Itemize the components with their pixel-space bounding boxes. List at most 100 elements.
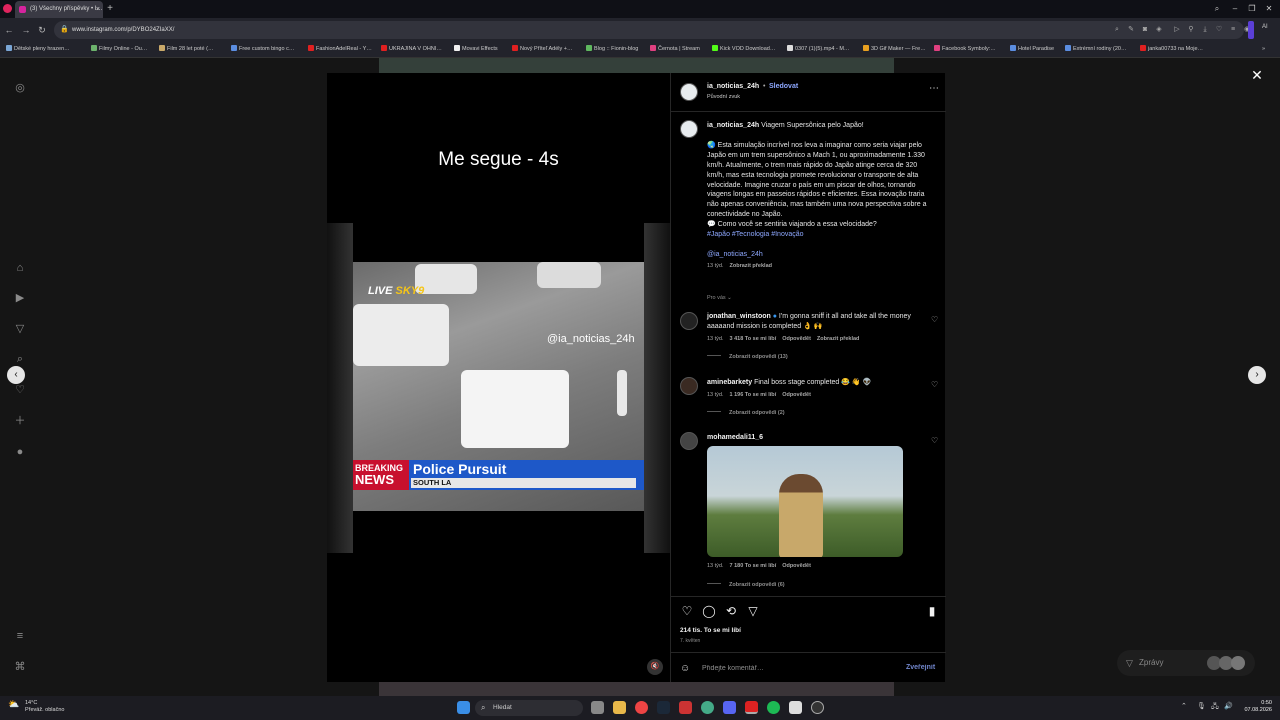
app-icon[interactable] bbox=[811, 701, 824, 714]
comment-like-icon[interactable]: ♡ bbox=[931, 380, 938, 389]
bookmark-item[interactable]: 3D Gif Maker — Fre… bbox=[863, 42, 926, 57]
reload-icon[interactable]: ↻ bbox=[36, 24, 48, 36]
bookmark-item[interactable]: Facebook Symboly:… bbox=[934, 42, 996, 57]
favorite-icon[interactable]: ♡ bbox=[1214, 25, 1224, 35]
spotify-icon[interactable] bbox=[767, 701, 780, 714]
camera-icon[interactable]: ◙ bbox=[1140, 25, 1150, 35]
close-modal-icon[interactable]: ✕ bbox=[1250, 68, 1264, 82]
file-explorer-icon[interactable] bbox=[613, 701, 626, 714]
audio-label[interactable]: Původní zvuk bbox=[707, 94, 740, 100]
caption-author-avatar[interactable] bbox=[680, 120, 698, 138]
for-you-filter[interactable]: Pro vás ⌄ bbox=[707, 295, 732, 301]
mute-icon[interactable]: 🔇 bbox=[647, 659, 663, 675]
download-icon[interactable]: ⤓ bbox=[1200, 25, 1210, 35]
view-replies-link[interactable]: Zobrazit odpovědi (6) bbox=[707, 582, 785, 588]
publish-button[interactable]: Zveřejnit bbox=[906, 664, 935, 671]
browser-tab-active[interactable]: (3) Všechny příspěvky • I… × bbox=[15, 1, 103, 18]
app-icon[interactable] bbox=[789, 701, 802, 714]
new-tab-icon[interactable]: + bbox=[104, 3, 116, 15]
more-menu-icon[interactable]: ≡ bbox=[13, 629, 27, 643]
sidebar-toggle-icon[interactable] bbox=[1248, 21, 1254, 39]
comment-like-icon[interactable]: ♡ bbox=[931, 315, 938, 324]
start-icon[interactable] bbox=[457, 701, 470, 714]
save-icon[interactable]: ▮ bbox=[925, 604, 939, 618]
more-options-icon[interactable]: ⋯ bbox=[929, 83, 939, 94]
share-icon[interactable]: ▽ bbox=[746, 604, 760, 618]
caption-hashtags[interactable]: #Japão #Tecnologia #Inovação bbox=[707, 230, 933, 240]
comment-translate-link[interactable]: Zobrazit překlad bbox=[817, 336, 859, 342]
author-username[interactable]: ia_noticias_24h bbox=[707, 83, 759, 90]
direct-messages-icon[interactable]: ▽ bbox=[13, 322, 27, 336]
view-replies-link[interactable]: Zobrazit odpovědi (13) bbox=[707, 354, 921, 360]
bookmark-item[interactable]: Nový Příteľ Adély +… bbox=[512, 42, 573, 57]
minimize-icon[interactable]: – bbox=[1228, 3, 1242, 15]
maximize-icon[interactable]: ❐ bbox=[1245, 3, 1259, 15]
app-icon[interactable] bbox=[679, 701, 692, 714]
bookmark-item[interactable]: Extrémní rodiny (20… bbox=[1065, 42, 1127, 57]
comment-avatar[interactable] bbox=[680, 377, 698, 395]
emoji-icon[interactable]: ☺ bbox=[680, 662, 693, 675]
view-replies-link[interactable]: Zobrazit odpovědi (2) bbox=[707, 410, 921, 416]
reels-icon[interactable]: ▶ bbox=[13, 291, 27, 305]
comment-avatar[interactable] bbox=[680, 312, 698, 330]
bookmark-item[interactable]: Hotel Paradise bbox=[1010, 42, 1054, 57]
chrome-icon[interactable] bbox=[701, 701, 714, 714]
zoom-icon[interactable]: ⌕ bbox=[1112, 25, 1122, 35]
follow-button[interactable]: Sledovat bbox=[769, 83, 798, 90]
bookmark-item[interactable]: Blog :: Fionin-blog bbox=[586, 42, 638, 57]
back-icon[interactable]: ← bbox=[3, 24, 15, 36]
comment-reply-link[interactable]: Odpovědět bbox=[782, 563, 811, 569]
bookmark-item[interactable]: FashionAdelReal - Y… bbox=[308, 42, 372, 57]
bookmark-icon[interactable]: ⚲ bbox=[1186, 25, 1196, 35]
messages-button[interactable]: ▽ Zprávy bbox=[1117, 650, 1255, 676]
microphone-icon[interactable]: 🎙 bbox=[1197, 702, 1206, 710]
play-icon[interactable]: ▷ bbox=[1172, 25, 1182, 35]
comment-reply-link[interactable]: Odpovědět bbox=[782, 336, 811, 342]
taskbar-search[interactable]: ⌕ Hledat bbox=[475, 700, 583, 716]
cube-icon[interactable]: ◈ bbox=[1154, 25, 1164, 35]
weather-widget[interactable]: ⛅ 14°C Převáž. oblačno bbox=[8, 700, 64, 714]
meta-apps-icon[interactable]: ⌘ bbox=[13, 660, 27, 674]
browser-logo-icon[interactable] bbox=[3, 4, 12, 13]
bookmark-item[interactable]: 0307 (1)(5).mp4 - M… bbox=[787, 42, 849, 57]
home-icon[interactable]: ⌂ bbox=[13, 261, 27, 275]
volume-icon[interactable]: 🔊 bbox=[1224, 702, 1233, 710]
bookmark-item[interactable]: Kick VOD Download… bbox=[712, 42, 775, 57]
bookmarks-overflow-icon[interactable]: » bbox=[1262, 42, 1265, 57]
comment-username[interactable]: aminebarkety bbox=[707, 379, 752, 386]
repost-icon[interactable]: ⟲ bbox=[724, 604, 738, 618]
author-avatar[interactable] bbox=[680, 83, 698, 101]
next-post-button[interactable]: › bbox=[1248, 366, 1266, 384]
comment-likes[interactable]: 3 418 To se mi líbí bbox=[730, 336, 777, 342]
previous-post-button[interactable]: ‹ bbox=[7, 366, 25, 384]
discord-icon[interactable] bbox=[723, 701, 736, 714]
comment-reply-link[interactable]: Odpovědět bbox=[782, 392, 811, 398]
caption-translate-link[interactable]: Zobrazit překlad bbox=[730, 263, 772, 269]
search-icon[interactable]: ⌕ bbox=[13, 352, 27, 366]
bookmark-item[interactable]: Free custom bingo c… bbox=[231, 42, 294, 57]
taskbar-clock[interactable]: 0:50 07.08.2026 bbox=[1242, 700, 1272, 714]
bookmark-item[interactable]: Filmy Online - Ou… bbox=[91, 42, 147, 57]
comment-avatar[interactable] bbox=[680, 432, 698, 450]
like-count[interactable]: 214 tis. To se mi líbí bbox=[680, 627, 741, 634]
profile-avatar-icon[interactable]: ● bbox=[13, 445, 27, 459]
network-icon[interactable]: 🖧 bbox=[1211, 702, 1219, 713]
comment-username[interactable]: jonathan_winstoon bbox=[707, 313, 771, 320]
opera-icon[interactable] bbox=[745, 701, 758, 714]
bookmark-item[interactable]: Dětské pleny hrazen… bbox=[6, 42, 70, 57]
bookmark-item[interactable]: Movavi Effects bbox=[454, 42, 498, 57]
video-frame[interactable]: LIVE SKY9 @ia_noticias_24h BREAKING NEWS… bbox=[353, 262, 644, 511]
edit-icon[interactable]: ✎ bbox=[1126, 25, 1136, 35]
comment-icon[interactable]: ◯ bbox=[702, 604, 716, 618]
comment-likes[interactable]: 7 180 To se mi líbí bbox=[730, 563, 777, 569]
bookmark-item[interactable]: Film 28 let poté (… bbox=[159, 42, 213, 57]
post-media[interactable]: Me segue - 4s LIVE SKY9 @ia_noticias_24h… bbox=[327, 73, 670, 682]
ai-button[interactable]: AI bbox=[1262, 24, 1268, 30]
comment-gif-image[interactable] bbox=[707, 446, 903, 557]
chrome-icon[interactable] bbox=[635, 701, 648, 714]
url-text[interactable]: www.instagram.com/p/DYBO24ZIaXX/ bbox=[72, 21, 174, 39]
bookmark-item[interactable]: UKRAJINA V OHNI… bbox=[381, 42, 442, 57]
tray-chevron-icon[interactable]: ⌃ bbox=[1181, 702, 1187, 710]
instagram-logo-icon[interactable]: ◎ bbox=[13, 81, 27, 95]
forward-icon[interactable]: → bbox=[20, 24, 32, 36]
